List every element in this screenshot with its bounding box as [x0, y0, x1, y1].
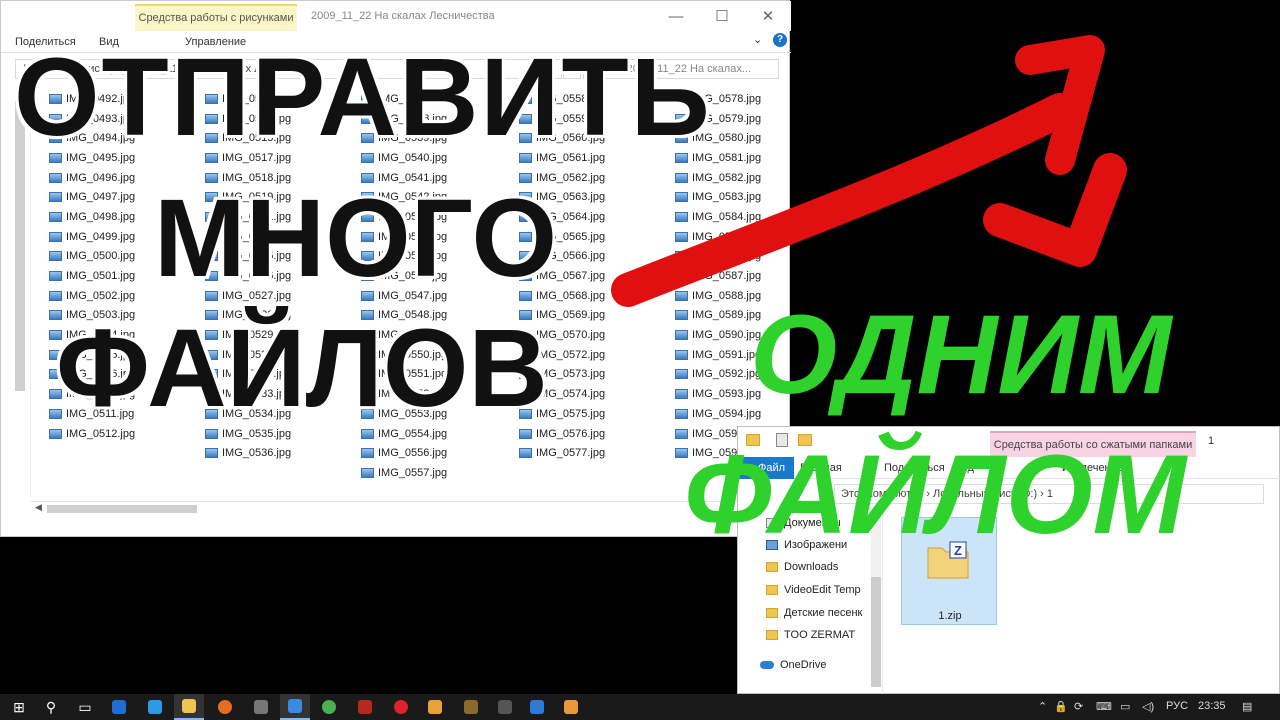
- volume-icon[interactable]: ◁): [1142, 700, 1154, 713]
- document-icon[interactable]: [522, 694, 552, 720]
- clock[interactable]: 23:35: [1198, 700, 1226, 712]
- paint-icon[interactable]: [556, 694, 586, 720]
- opera-icon[interactable]: [386, 694, 416, 720]
- windows-start-icon[interactable]: ⊞: [4, 694, 34, 720]
- archive-icon[interactable]: [420, 694, 450, 720]
- network-icon[interactable]: ▭: [1120, 700, 1130, 713]
- chevron-up-icon[interactable]: ⌃: [1038, 700, 1047, 713]
- task-view-icon[interactable]: ▭: [70, 694, 100, 720]
- lock-icon[interactable]: 🔒: [1054, 700, 1068, 713]
- keyboard-icon[interactable]: ⌨: [1096, 700, 1112, 713]
- file-explorer-icon[interactable]: [174, 694, 204, 720]
- red-arrow: [611, 35, 1127, 307]
- filezilla-icon[interactable]: [350, 694, 380, 720]
- edge-icon[interactable]: [104, 694, 134, 720]
- chrome-icon[interactable]: [314, 694, 344, 720]
- search-icon[interactable]: ⚲: [36, 694, 66, 720]
- ie-icon[interactable]: [140, 694, 170, 720]
- firefox-icon[interactable]: [210, 694, 240, 720]
- language-indicator[interactable]: РУС: [1166, 700, 1188, 712]
- sync-icon[interactable]: ⟳: [1074, 700, 1083, 713]
- film-icon[interactable]: [246, 694, 276, 720]
- movie-icon[interactable]: [490, 694, 520, 720]
- app-icon[interactable]: [280, 694, 310, 720]
- video-icon[interactable]: [456, 694, 486, 720]
- taskbar: ⊞ ⚲ ▭ ⌃ 🔒 ⟳ ⌨ ▭ ◁) РУС 23:35 ▤: [0, 694, 1280, 720]
- notifications-icon[interactable]: ▤: [1242, 700, 1252, 713]
